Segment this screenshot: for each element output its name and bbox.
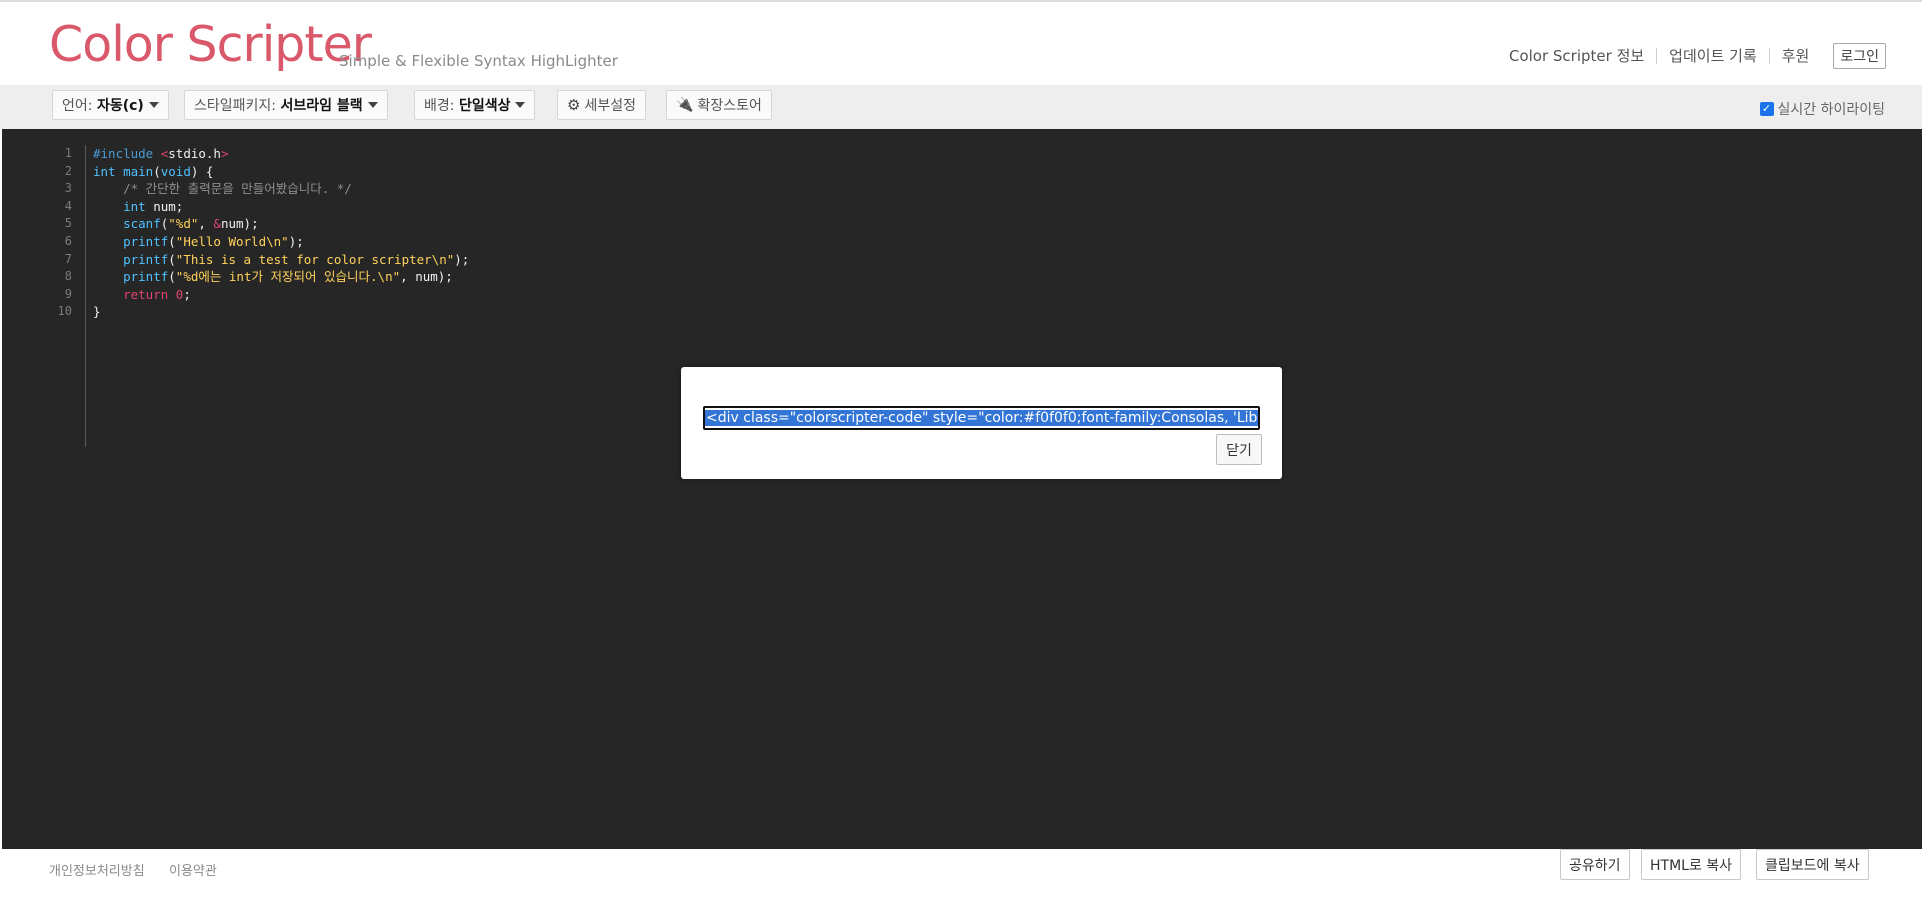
code-line: /* 간단한 출력문을 만들어봤습니다. */ <box>93 181 352 197</box>
code-text[interactable]: #include <stdio.h> int main(void) { /* 간단… <box>93 145 469 321</box>
line-number: 9 <box>64 286 72 301</box>
code-line: } <box>93 304 101 320</box>
style-value: 서브라임 블랙 <box>280 98 363 114</box>
chevron-down-icon <box>515 102 526 108</box>
logo[interactable]: Color Scripter <box>49 16 372 73</box>
tagline: Simple & Flexible Syntax HighLighter <box>339 52 618 70</box>
chevron-down-icon <box>148 102 159 108</box>
login-button[interactable]: 로그인 <box>1833 43 1886 69</box>
code-line: printf("Hello World\n"); <box>123 233 304 249</box>
copy-html-button[interactable]: HTML로 복사 <box>1641 849 1742 880</box>
language-label: 언어: <box>62 98 93 114</box>
settings-label: 세부설정 <box>584 98 636 114</box>
line-number: 2 <box>64 163 72 178</box>
bg-label: 배경: <box>424 98 455 114</box>
footer: 개인정보처리방침 이용약관 공유하기 HTML로 복사 클립보드에 복사 <box>0 849 1922 899</box>
line-number: 7 <box>64 251 72 266</box>
nav-about[interactable]: Color Scripter 정보 <box>1497 48 1658 64</box>
gear-icon: ⚙ <box>567 96 581 114</box>
privacy-link[interactable]: 개인정보처리방침 <box>49 860 145 879</box>
line-number-gutter: 1 2 3 4 5 6 7 8 9 10 <box>2 145 86 447</box>
language-dropdown[interactable]: 언어: 자동(c) <box>52 90 169 120</box>
code-line: printf("This is a test for color scripte… <box>123 251 470 267</box>
copy-clipboard-button[interactable]: 클립보드에 복사 <box>1756 849 1869 880</box>
line-number: 10 <box>57 304 72 319</box>
bg-value: 단일색상 <box>458 98 511 114</box>
html-output-field[interactable]: <div class="colorscripter-code" style="c… <box>703 406 1260 430</box>
line-number: 6 <box>64 233 72 248</box>
realtime-label: 실시간 하이라이팅 <box>1777 102 1886 118</box>
checkbox-checked-icon[interactable]: ✓ <box>1759 102 1774 116</box>
line-number: 4 <box>64 198 72 213</box>
toolbar: 언어: 자동(c) 스타일패키지: 서브라임 블랙 배경: 단일색상 ⚙ 세부설정… <box>0 85 1922 129</box>
code-editor[interactable]: 1 2 3 4 5 6 7 8 9 10 #include <stdio.h> i… <box>2 129 1922 849</box>
nav-updates[interactable]: 업데이트 기록 <box>1657 48 1770 64</box>
close-button[interactable]: 닫기 <box>1216 434 1262 465</box>
code-line: return 0; <box>123 286 191 302</box>
share-button[interactable]: 공유하기 <box>1560 849 1630 880</box>
settings-button[interactable]: ⚙ 세부설정 <box>557 90 646 120</box>
code-line: printf("%d에는 int가 저장되어 있습니다.\n", num); <box>123 269 453 285</box>
nav-sponsor[interactable]: 후원 <box>1770 48 1822 64</box>
line-number: 8 <box>64 269 72 284</box>
code-line: #include <stdio.h> <box>93 146 229 161</box>
code-line: scanf("%d", &num); <box>123 216 259 232</box>
store-label: 확장스토어 <box>697 98 762 114</box>
line-number: 3 <box>64 181 72 196</box>
selected-html-text: <div class="colorscripter-code" style="c… <box>705 410 1258 426</box>
style-package-dropdown[interactable]: 스타일패키지: 서브라임 블랙 <box>184 90 388 120</box>
top-nav: Color Scripter 정보 업데이트 기록 후원 로그인 <box>1497 43 1886 69</box>
code-line: int num; <box>123 198 184 214</box>
html-copy-dialog: <div class="colorscripter-code" style="c… <box>681 367 1282 479</box>
chevron-down-icon <box>367 102 378 108</box>
language-value: 자동(c) <box>96 98 144 114</box>
background-dropdown[interactable]: 배경: 단일색상 <box>414 90 536 120</box>
line-number: 1 <box>64 146 72 160</box>
plug-icon: 🔌 <box>676 97 694 113</box>
line-number: 5 <box>64 216 72 231</box>
realtime-toggle[interactable]: ✓ 실시간 하이라이팅 <box>1759 99 1886 119</box>
store-button[interactable]: 🔌 확장스토어 <box>666 90 772 120</box>
code-line: int main(void) { <box>93 163 214 179</box>
header: Color Scripter Simple & Flexible Syntax … <box>0 2 1922 85</box>
terms-link[interactable]: 이용약관 <box>169 860 217 879</box>
style-label: 스타일패키지: <box>194 98 276 114</box>
